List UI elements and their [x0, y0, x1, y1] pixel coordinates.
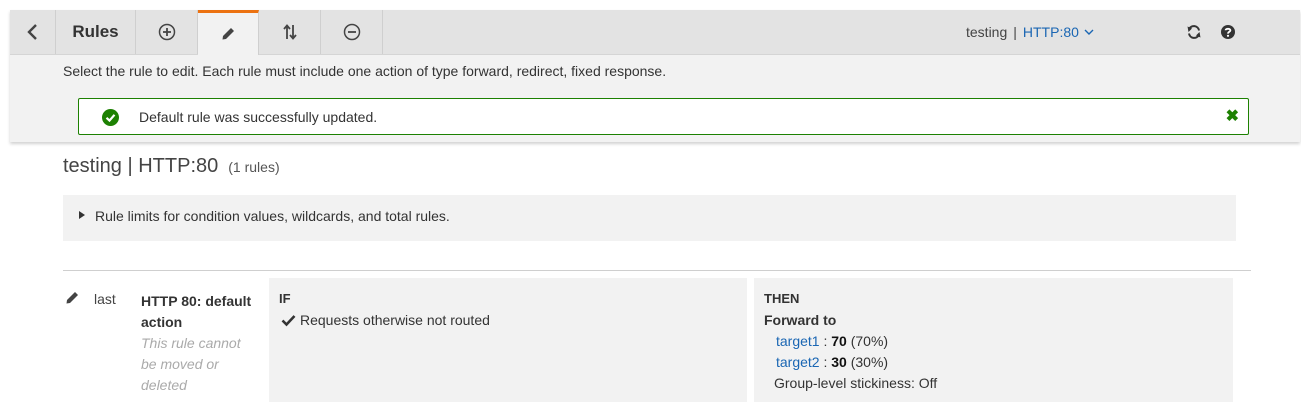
listener-name: testing — [966, 24, 1008, 40]
listener-separator: | — [1013, 24, 1017, 40]
caret-right-icon — [79, 211, 85, 219]
rules-panel: Rules testing | HTTP:80 Select the rule … — [10, 10, 1300, 142]
success-alert: Default rule was successfully updated. ✖ — [78, 98, 1249, 135]
reorder-icon — [282, 24, 297, 40]
listener-title: testing | HTTP:80 — [63, 155, 219, 177]
pencil-icon — [222, 28, 234, 40]
edit-rules-tab[interactable] — [198, 10, 259, 55]
alert-message: Default rule was successfully updated. — [139, 109, 378, 125]
condition-item: Requests otherwise not routed — [281, 312, 490, 328]
rule-actions: THEN Forward to target1 : 70 (70%) targe… — [754, 278, 1233, 402]
listener-selector[interactable]: testing | HTTP:80 — [966, 10, 1094, 54]
target-row: target1 : 70 (70%) — [776, 333, 888, 349]
target-percent: (70%) — [846, 333, 889, 349]
rule-name: HTTP 80: default action — [141, 293, 252, 330]
add-icon — [158, 23, 175, 41]
target-weight: 30 — [831, 354, 847, 370]
stickiness-text: Group-level stickiness: Off — [774, 375, 938, 391]
close-icon[interactable]: ✖ — [1226, 106, 1239, 126]
target-percent: (30%) — [846, 354, 889, 370]
target-link[interactable]: target1 — [776, 333, 820, 349]
listener-heading: testing | HTTP:80 (1 rules) — [63, 155, 280, 178]
add-rule-button[interactable] — [136, 10, 198, 54]
chevron-down-icon[interactable] — [1084, 28, 1094, 36]
target-link[interactable]: target2 — [776, 354, 820, 370]
rule-limits-text: Rule limits for condition values, wildca… — [95, 208, 450, 224]
check-circle-icon — [102, 109, 119, 126]
action-type: Forward to — [764, 312, 837, 328]
refresh-icon[interactable] — [1186, 24, 1202, 40]
delete-rule-button[interactable] — [321, 10, 383, 54]
edit-rule-pencil-icon[interactable] — [64, 290, 80, 306]
target-weight: 70 — [831, 333, 847, 349]
rule-priority: last — [94, 291, 116, 307]
rule-limits-expander[interactable]: Rule limits for condition values, wildca… — [63, 195, 1236, 241]
help-icon[interactable] — [1220, 24, 1236, 40]
divider — [63, 270, 1251, 271]
back-icon — [26, 24, 37, 40]
back-button[interactable] — [10, 10, 56, 54]
rule-conditions: IF Requests otherwise not routed — [269, 278, 747, 402]
if-label: IF — [279, 291, 291, 306]
remove-icon — [343, 23, 360, 41]
rule-count: (1 rules) — [228, 159, 280, 175]
instruction-text: Select the rule to edit. Each rule must … — [63, 63, 667, 79]
target-separator: : — [819, 333, 832, 349]
target-separator: : — [819, 354, 832, 370]
page-title: Rules — [56, 10, 136, 54]
rule-note: This rule cannot be moved or deleted — [141, 335, 241, 393]
then-label: THEN — [764, 291, 800, 306]
condition-text: Requests otherwise not routed — [300, 312, 490, 328]
reorder-rules-button[interactable] — [259, 10, 321, 54]
toolbar: Rules testing | HTTP:80 — [10, 10, 1300, 55]
listener-dropdown-value[interactable]: HTTP:80 — [1023, 24, 1079, 40]
checkmark-icon — [281, 314, 296, 326]
target-row: target2 : 30 (30%) — [776, 354, 888, 370]
